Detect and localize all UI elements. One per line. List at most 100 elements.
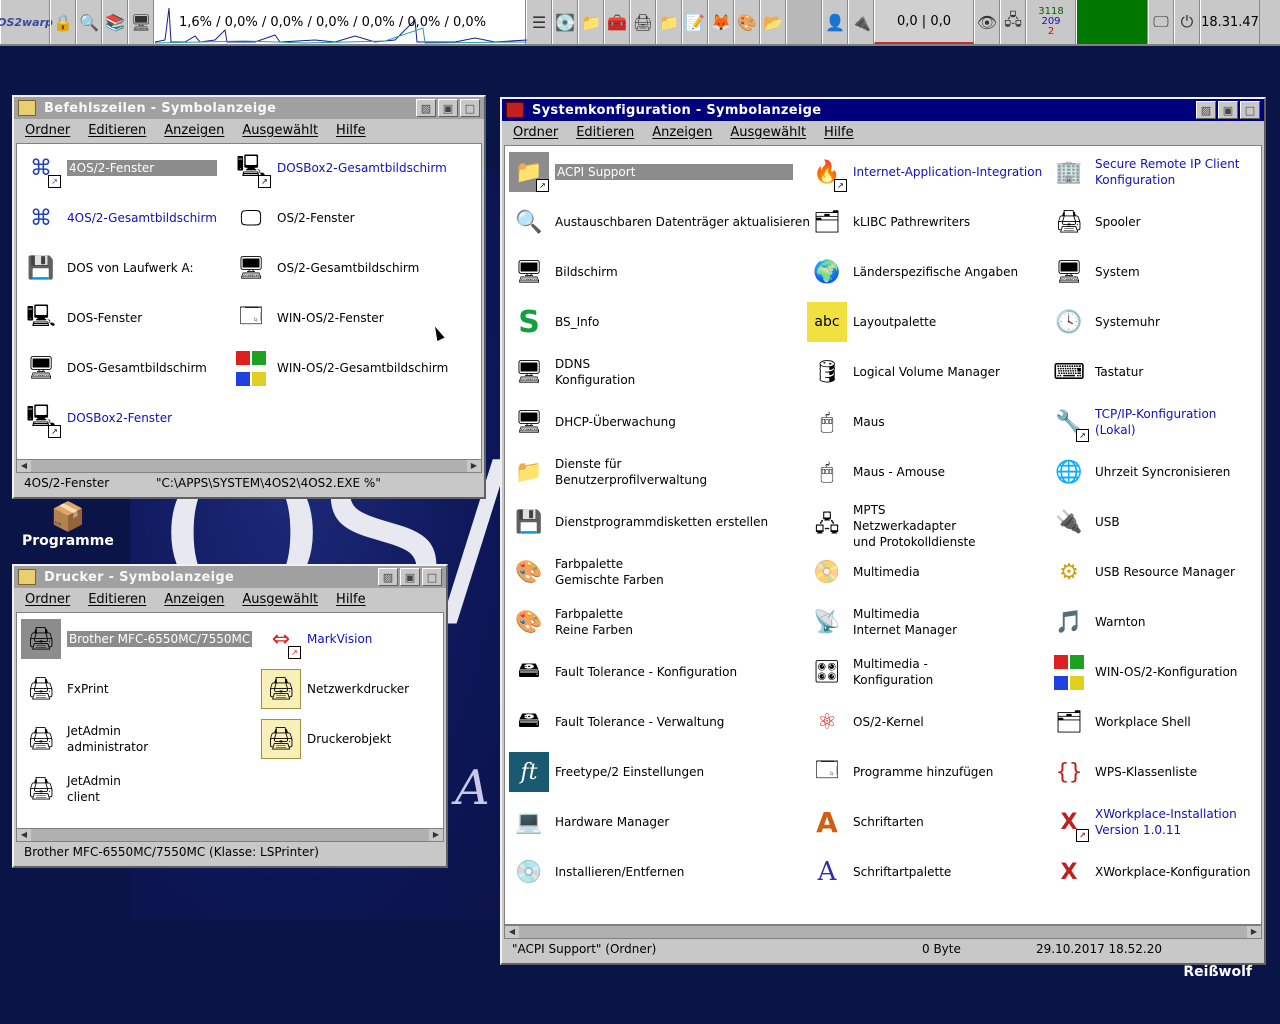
item-win-os2-gesamt[interactable]: WIN-OS/2-Gesamtbildschirm	[231, 348, 448, 388]
item-os2-fenster[interactable]: 🖵 OS/2-Fenster	[231, 198, 354, 238]
menu-editieren[interactable]: Editieren	[79, 592, 155, 607]
maximize-button[interactable]: □	[422, 568, 442, 586]
screen-icon[interactable]: 🖵	[1148, 0, 1174, 44]
item-farbpalette-gemischt[interactable]: 🎨 Farbpalette Gemischte Farben	[509, 552, 663, 592]
item-internet-app[interactable]: 🔥 ↗ Internet-Application-Integration	[807, 152, 1042, 192]
item-warnton[interactable]: 🎵 Warnton	[1049, 602, 1145, 642]
hide-button[interactable]: ▨	[378, 568, 398, 586]
item-acpi-support[interactable]: 📁 ↗ ACPI Support	[509, 152, 793, 192]
item-uhrzeit-sync[interactable]: 🌐 Uhrzeit Syncronisieren	[1049, 452, 1230, 492]
eye-icon[interactable]: 👁	[974, 0, 1000, 44]
item-installieren[interactable]: 💿 Installieren/Entfernen	[509, 852, 684, 892]
item-4os2-gesamt[interactable]: ⌘ 4OS/2-Gesamtbildschirm	[21, 198, 217, 238]
item-mpts[interactable]: 🖧 MPTS Netzwerkadapter und Protokolldiens…	[807, 502, 976, 550]
item-hardware-manager[interactable]: 💻 Hardware Manager	[509, 802, 669, 842]
menu-hilfe[interactable]: Hilfe	[327, 123, 375, 138]
maximize-button[interactable]: □	[460, 99, 480, 117]
item-brother-printer[interactable]: 🖨 Brother MFC-6550MC/7550MC	[21, 619, 253, 659]
menu-ausgewaehlt[interactable]: Ausgewählt	[721, 125, 815, 140]
befehlszeilen-titlebar[interactable]: Befehlszeilen - Symbolanzeige ▨ ▣ □	[14, 97, 484, 119]
menu-anzeigen[interactable]: Anzeigen	[155, 592, 233, 607]
item-system[interactable]: 🖥 System	[1049, 252, 1140, 292]
item-multimedia-internet[interactable]: 📡 Multimedia Internet Manager	[807, 602, 957, 642]
hide-button[interactable]: ▨	[1196, 101, 1216, 119]
item-disketten[interactable]: 💾 Dienstprogrammdisketten erstellen	[509, 502, 768, 542]
item-maus-amouse[interactable]: 🖱 Maus - Amouse	[807, 452, 945, 492]
folder-icon[interactable]: 📁	[656, 0, 682, 44]
item-tastatur[interactable]: ⌨ Tastatur	[1049, 352, 1143, 392]
maximize-button[interactable]: □	[1240, 101, 1260, 119]
monitor-icon[interactable]: 🖥	[128, 0, 154, 44]
item-jetadmin-client[interactable]: 🖨 JetAdmin client	[21, 769, 121, 809]
item-win-os2-fenster[interactable]: 🗔 WIN-OS/2-Fenster	[231, 298, 384, 338]
item-usb-resource[interactable]: ⚙ USB Resource Manager	[1049, 552, 1235, 592]
printer-icon[interactable]: 🖨	[630, 0, 656, 44]
item-xworkplace-konfig[interactable]: X XWorkplace-Konfiguration	[1049, 852, 1251, 892]
notes-icon[interactable]: 📝	[682, 0, 708, 44]
item-wps-klassen[interactable]: {} WPS-Klassenliste	[1049, 752, 1197, 792]
hide-button[interactable]: ▨	[416, 99, 436, 117]
menu-hilfe[interactable]: Hilfe	[815, 125, 863, 140]
usb-icon[interactable]: 🔌	[848, 0, 874, 44]
item-klibc[interactable]: 🗂 kLIBC Pathrewriters	[807, 202, 970, 242]
item-dos-laufwerk-a[interactable]: 💾 DOS von Laufwerk A:	[21, 248, 193, 288]
item-freetype[interactable]: ft Freetype/2 Einstellungen	[509, 752, 704, 792]
item-usb[interactable]: 🔌 USB	[1049, 502, 1119, 542]
item-workplace-shell[interactable]: 🗂 Workplace Shell	[1049, 702, 1191, 742]
menu-ordner[interactable]: Ordner	[16, 592, 79, 607]
menu-ordner[interactable]: Ordner	[504, 125, 567, 140]
item-programme-hinzu[interactable]: 🗔 Programme hinzufügen	[807, 752, 993, 792]
item-fault-verwaltung[interactable]: 🖴 Fault Tolerance - Verwaltung	[509, 702, 725, 742]
menu-ausgewaehlt[interactable]: Ausgewählt	[233, 123, 327, 138]
item-os2-kernel[interactable]: ⚛ OS/2-Kernel	[807, 702, 924, 742]
menu-ausgewaehlt[interactable]: Ausgewählt	[233, 592, 327, 607]
item-dienste-benutzer[interactable]: 📁 Dienste für Benutzerprofilverwaltung	[509, 452, 707, 492]
folder-icon[interactable]: 📁	[578, 0, 604, 44]
item-multimedia-konfig[interactable]: 🎛 Multimedia - Konfiguration	[807, 652, 933, 692]
firefox-icon[interactable]: 🦊	[708, 0, 734, 44]
item-xworkplace-install[interactable]: X ↗ XWorkplace-Installation Version 1.0.11	[1049, 802, 1237, 842]
drucker-titlebar[interactable]: Drucker - Symbolanzeige ▨ ▣ □	[14, 566, 446, 588]
memory-monitor[interactable]: 3118 209 2	[1026, 0, 1076, 44]
lock-icon[interactable]: 🔒	[50, 0, 76, 44]
paint-icon[interactable]: 🎨	[734, 0, 760, 44]
item-4os2-fenster[interactable]: ⌘ ↗ 4OS/2-Fenster	[21, 148, 217, 188]
item-druckerobjekt[interactable]: 🖨 Druckerobjekt	[261, 719, 391, 759]
item-systemuhr[interactable]: 🕓 Systemuhr	[1049, 302, 1160, 342]
menu-editieren[interactable]: Editieren	[79, 123, 155, 138]
drive-icon[interactable]: 💽	[552, 0, 578, 44]
item-fxprint[interactable]: 🖨 FxPrint	[21, 669, 109, 709]
item-farbpalette-rein[interactable]: 🎨 Farbpalette Reine Farben	[509, 602, 633, 642]
item-multimedia[interactable]: 📀 Multimedia	[807, 552, 919, 592]
warpcenter-logo-button[interactable]: OS2warp	[0, 0, 53, 44]
books-icon[interactable]: 📚	[102, 0, 128, 44]
tools-icon[interactable]: 🧰	[604, 0, 630, 44]
item-ddns[interactable]: 🖥 DDNS Konfiguration	[509, 352, 635, 392]
window-list-icon[interactable]: ☰	[526, 0, 552, 44]
item-bs-info[interactable]: S BS_Info	[509, 302, 599, 342]
item-datentraeger[interactable]: 🔍 Austauschbaren Datenträger aktualisiere…	[509, 202, 810, 242]
shredder-label[interactable]: Reißwolf	[1183, 964, 1252, 980]
item-fault-konfig[interactable]: 🖴 Fault Tolerance - Konfiguration	[509, 652, 737, 692]
cpu-load-monitor[interactable]: 1,6% / 0,0% / 0,0% / 0,0% / 0,0% / 0,0% …	[154, 0, 527, 44]
search-icon[interactable]: 🔍	[76, 0, 102, 44]
item-markvision[interactable]: ⇔ ↗ MarkVision	[261, 619, 372, 659]
folder-icon[interactable]: 📂	[760, 0, 786, 44]
item-secure-remote[interactable]: 🏢 Secure Remote IP Client Konfiguration	[1049, 152, 1239, 192]
restore-button[interactable]: ▣	[1218, 101, 1238, 119]
item-bildschirm[interactable]: 🖥 Bildschirm	[509, 252, 618, 292]
clock[interactable]: 18.31.47	[1200, 0, 1260, 44]
item-layoutpalette[interactable]: abc Layoutpalette	[807, 302, 936, 342]
menu-editieren[interactable]: Editieren	[567, 125, 643, 140]
restore-button[interactable]: ▣	[400, 568, 420, 586]
net-icon[interactable]: 🖧	[1000, 0, 1026, 44]
item-jetadmin-admin[interactable]: 🖨 JetAdmin administrator	[21, 719, 148, 759]
network-monitor[interactable]: 0,0 | 0,0	[874, 0, 974, 44]
item-dhcp[interactable]: 🖥 DHCP-Überwachung	[509, 402, 676, 442]
item-schriftartpalette[interactable]: A Schriftartpalette	[807, 852, 952, 892]
item-schriftarten[interactable]: A Schriftarten	[807, 802, 924, 842]
item-os2-gesamt[interactable]: 🖥 OS/2-Gesamtbildschirm	[231, 248, 419, 288]
menu-anzeigen[interactable]: Anzeigen	[155, 123, 233, 138]
user-icon[interactable]: 👤	[822, 0, 848, 44]
menu-ordner[interactable]: Ordner	[16, 123, 79, 138]
